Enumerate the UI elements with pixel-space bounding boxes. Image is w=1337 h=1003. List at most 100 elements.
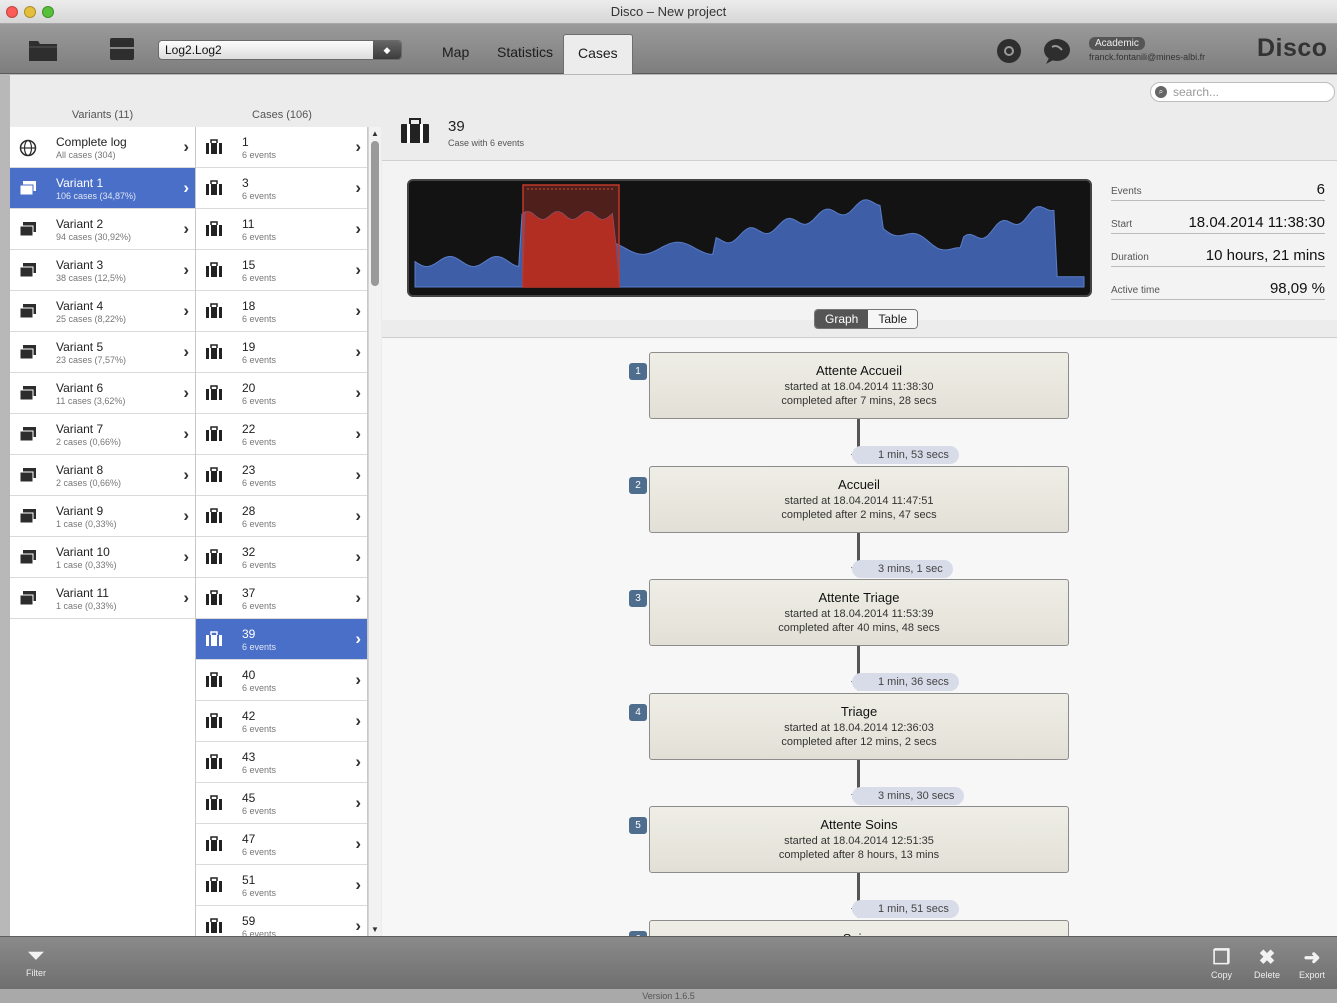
activity-node[interactable]: Triage started at 18.04.2014 12:36:03 comp… — [649, 692, 1069, 760]
tab-statistics[interactable]: Statistics — [483, 34, 567, 74]
cases-scrollbar[interactable]: ▲ ▼ — [368, 127, 381, 936]
case-event-count: 6 events — [242, 560, 277, 570]
case-item[interactable]: 18 6 events › — [196, 291, 367, 332]
timeline-area-series — [414, 199, 1085, 288]
zoom-window-button[interactable] — [42, 6, 54, 18]
activity-node[interactable]: Attente Soins started at 18.04.2014 12:51… — [649, 806, 1069, 873]
transition-duration-label: 3 mins, 1 sec — [852, 559, 953, 578]
chevron-right-icon: › — [355, 547, 361, 566]
variant-item[interactable]: Variant 2 94 cases (30,92%) › — [10, 209, 195, 250]
delete-button[interactable]: ✖ Delete — [1254, 945, 1280, 980]
case-item[interactable]: 11 6 events › — [196, 209, 367, 250]
case-event-count: 6 events — [242, 355, 277, 365]
case-item[interactable]: 20 6 events › — [196, 373, 367, 414]
case-event-count: 6 events — [242, 806, 277, 816]
case-item[interactable]: 19 6 events › — [196, 332, 367, 373]
case-id: 19 — [242, 340, 256, 354]
activity-number-badge: 1 — [629, 363, 647, 380]
activity-node[interactable]: Attente Accueil started at 18.04.2014 11:… — [649, 352, 1069, 419]
help-lifebuoy-icon[interactable] — [995, 37, 1023, 70]
variant-item[interactable]: Variant 6 11 cases (3,62%) › — [10, 373, 195, 414]
activity-start: started at 18.04.2014 11:53:39 — [784, 608, 934, 620]
activity-node[interactable]: Attente Triage started at 18.04.2014 11:5… — [649, 579, 1069, 646]
dataset-select[interactable]: Log2.Log2 ◆ — [158, 40, 402, 60]
briefcase-icon — [204, 549, 224, 570]
variant-item[interactable]: Variant 3 38 cases (12,5%) › — [10, 250, 195, 291]
stat-label: Events — [1111, 186, 1142, 197]
case-timeline-chart[interactable] — [407, 179, 1092, 297]
activity-duration: completed after 7 mins, 28 secs — [781, 395, 937, 407]
chevron-right-icon: › — [355, 834, 361, 853]
stacked-briefcase-icon — [18, 344, 38, 365]
activity-node[interactable]: Soins — [649, 919, 1069, 936]
case-item[interactable]: 22 6 events › — [196, 414, 367, 455]
scroll-thumb[interactable] — [371, 141, 379, 286]
case-item[interactable]: 40 6 events › — [196, 660, 367, 701]
variant-item[interactable]: Variant 1 106 cases (34,87%) › — [10, 168, 195, 209]
stacked-briefcase-icon — [18, 221, 38, 242]
variant-count: 2 cases (0,66%) — [56, 478, 122, 488]
open-folder-icon[interactable] — [28, 36, 58, 67]
case-id: 43 — [242, 750, 256, 764]
case-graph: 1 Attente Accueil started at 18.04.2014 11… — [382, 337, 1337, 936]
variant-item[interactable]: Variant 4 25 cases (8,22%) › — [10, 291, 195, 332]
scroll-down-arrow-icon[interactable]: ▼ — [371, 925, 379, 934]
activity-number-badge: 5 — [629, 817, 647, 834]
chat-bubble-icon[interactable] — [1043, 38, 1071, 69]
case-item[interactable]: 43 6 events › — [196, 742, 367, 783]
variant-item[interactable]: Variant 10 1 case (0,33%) › — [10, 537, 195, 578]
activity-duration: completed after 12 mins, 2 secs — [781, 735, 937, 748]
tab-cases[interactable]: Cases — [563, 34, 633, 74]
case-item[interactable]: 47 6 events › — [196, 824, 367, 865]
archive-box-icon[interactable] — [108, 36, 136, 67]
case-item[interactable]: 42 6 events › — [196, 701, 367, 742]
case-event-count: 6 events — [242, 601, 277, 611]
stacked-briefcase-icon — [18, 262, 38, 283]
case-item[interactable]: 32 6 events › — [196, 537, 367, 578]
variant-item[interactable]: Variant 11 1 case (0,33%) › — [10, 578, 195, 619]
case-item[interactable]: 16 events › — [196, 127, 367, 168]
case-item[interactable]: 15 6 events › — [196, 250, 367, 291]
case-event-count: 6 events — [242, 478, 277, 488]
case-event-count: 6 events — [242, 519, 277, 529]
filter-button[interactable]: ⏷ Filter — [26, 945, 46, 978]
variant-name: Variant 2 — [56, 217, 104, 231]
search-icon: ⌕ — [1155, 86, 1167, 98]
case-item[interactable]: 36 events › — [196, 168, 367, 209]
variant-item[interactable]: Variant 91 case (0,33%) › — [10, 496, 195, 537]
case-item[interactable]: 23 6 events › — [196, 455, 367, 496]
export-button[interactable]: ➜ Export — [1299, 945, 1325, 980]
scroll-up-arrow-icon[interactable]: ▲ — [371, 129, 379, 138]
case-item[interactable]: 51 6 events › — [196, 865, 367, 906]
variant-item[interactable]: Variant 72 cases (0,66%) › — [10, 414, 195, 455]
toolbar: Log2.Log2 ◆ Map Statistics Cases Academi… — [0, 24, 1337, 74]
tab-label: Map — [442, 44, 470, 60]
chevron-right-icon: › — [355, 875, 361, 894]
chevron-right-icon: › — [183, 219, 189, 238]
graph-view-button[interactable]: Graph — [815, 310, 869, 328]
chevron-right-icon: › — [355, 916, 361, 935]
case-item[interactable]: 59 6 events › — [196, 906, 367, 936]
delete-label: Delete — [1254, 970, 1281, 980]
variant-item-complete-log[interactable]: Complete log All cases (304) › — [10, 127, 195, 168]
case-id: 32 — [242, 545, 256, 559]
minimize-window-button[interactable] — [24, 6, 36, 18]
case-event-count: 6 events — [242, 314, 277, 324]
variant-item[interactable]: Variant 82 cases (0,66%) › — [10, 455, 195, 496]
case-id: 22 — [242, 422, 256, 436]
copy-button[interactable]: ❐ Copy — [1211, 945, 1232, 980]
case-item[interactable]: 37 6 events › — [196, 578, 367, 619]
briefcase-icon — [204, 795, 224, 816]
close-window-button[interactable] — [6, 6, 18, 18]
variant-count: 2 cases (0,66%) — [56, 437, 122, 447]
case-item[interactable]: 45 6 events › — [196, 783, 367, 824]
stat-active-time: Active time 98,09 % — [1111, 278, 1325, 300]
variant-item[interactable]: Variant 5 23 cases (7,57%) › — [10, 332, 195, 373]
table-view-button[interactable]: Table — [868, 310, 918, 328]
activity-node[interactable]: Accueil started at 18.04.2014 11:47:51 com… — [649, 465, 1069, 533]
case-item[interactable]: 28 6 events › — [196, 496, 367, 537]
case-item[interactable]: 39 6 events › — [196, 619, 367, 660]
variant-count: 1 case (0,33%) — [56, 560, 117, 570]
search-input[interactable]: ⌕ search... — [1150, 82, 1335, 102]
tab-map[interactable]: Map — [428, 34, 483, 74]
